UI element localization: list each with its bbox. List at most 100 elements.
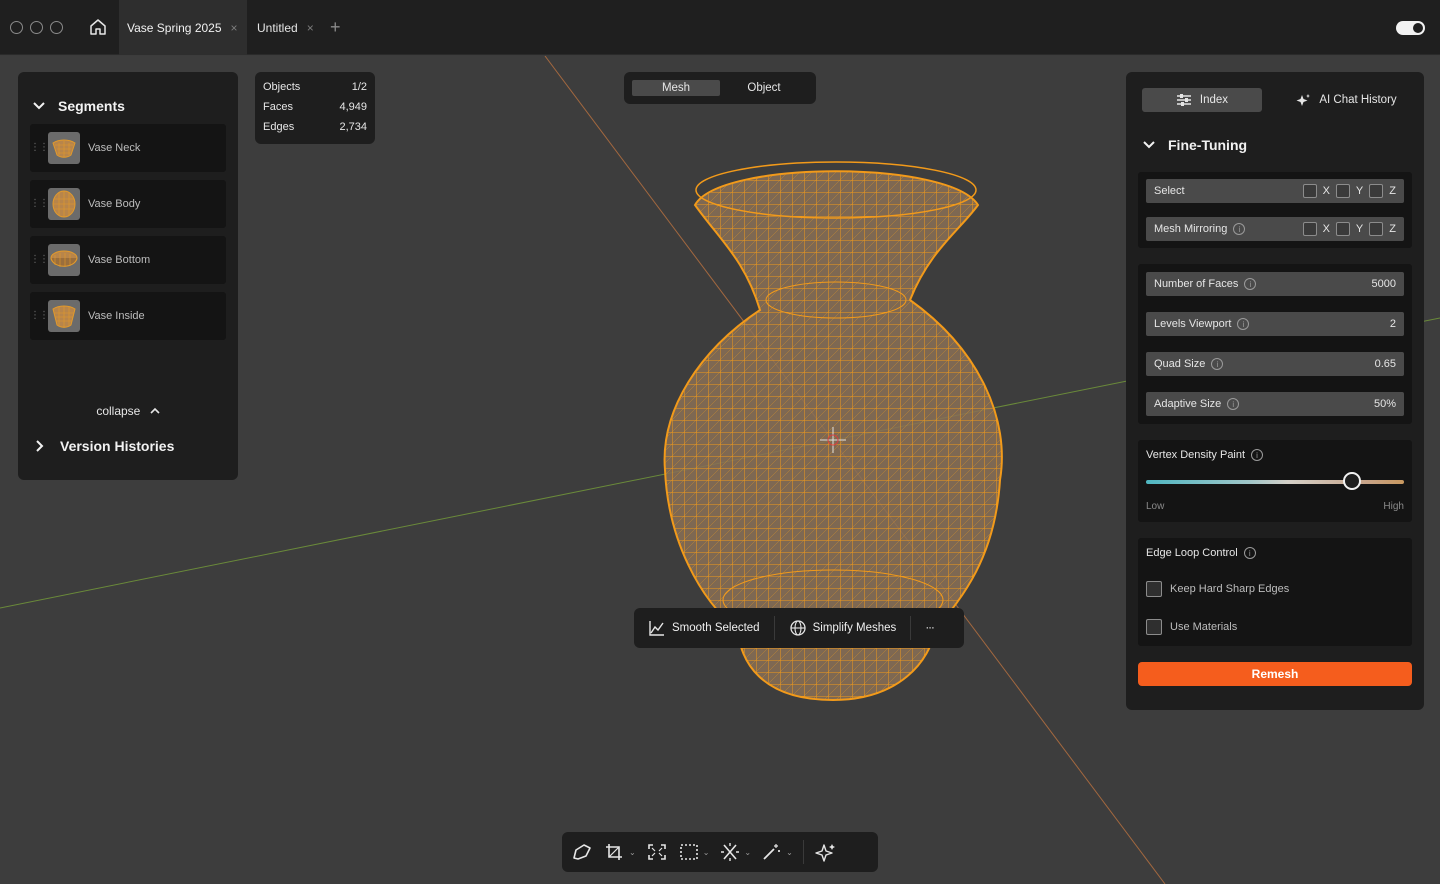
expand-tool-button[interactable]: [646, 838, 668, 866]
more-options-button[interactable]: ···: [911, 616, 948, 640]
smooth-selected-label: Smooth Selected: [672, 622, 760, 634]
info-icon[interactable]: i: [1243, 547, 1256, 559]
select-y-checkbox[interactable]: [1335, 184, 1350, 198]
tab-ai-chat-history[interactable]: AI Chat History: [1286, 88, 1406, 112]
segment-thumbnail: [48, 188, 80, 220]
remesh-button[interactable]: Remesh: [1138, 662, 1412, 686]
use-materials-label: Use Materials: [1170, 621, 1238, 633]
version-histories-title: Version Histories: [60, 438, 175, 454]
axis-label: X: [1322, 185, 1330, 197]
window-close-button[interactable]: [10, 21, 23, 34]
use-materials-checkbox[interactable]: [1146, 619, 1162, 635]
simplify-meshes-button[interactable]: Simplify Meshes: [775, 616, 911, 640]
stat-value: 1/2: [351, 81, 367, 93]
tab-index[interactable]: Index: [1142, 88, 1262, 112]
tab-untitled[interactable]: Untitled ×: [249, 0, 322, 55]
close-icon[interactable]: ×: [307, 21, 314, 35]
adaptive-size-label: Adaptive Size: [1154, 398, 1222, 410]
chevron-down-icon[interactable]: ⌄: [786, 848, 793, 857]
close-icon[interactable]: ×: [231, 21, 238, 35]
transform-tool-button[interactable]: ⌄: [719, 838, 751, 866]
selection-card: Select X Y Z Mesh Mirroring i X Y Z: [1138, 172, 1412, 248]
ai-sparkle-button[interactable]: [814, 838, 838, 866]
quad-size-field[interactable]: Quad Size i 0.65: [1146, 352, 1404, 376]
stat-label: Edges: [263, 121, 295, 133]
segments-title: Segments: [58, 98, 125, 114]
keep-hard-edges-checkbox[interactable]: [1146, 581, 1162, 597]
info-icon[interactable]: i: [1211, 358, 1224, 370]
info-icon[interactable]: i: [1237, 318, 1250, 330]
chevron-up-icon: [150, 407, 160, 414]
object-mode-button[interactable]: Object: [720, 80, 808, 96]
magic-wand-button[interactable]: ⌄: [761, 838, 793, 866]
drag-handle-icon[interactable]: ⋮⋮: [30, 143, 49, 153]
select-x-checkbox[interactable]: [1302, 184, 1317, 198]
segment-label: Vase Neck: [88, 142, 141, 154]
segment-item-vase-body[interactable]: ⋮⋮ Vase Body: [30, 180, 226, 228]
info-icon[interactable]: i: [1227, 398, 1240, 410]
fine-tuning-title: Fine-Tuning: [1168, 137, 1248, 153]
marquee-select-button[interactable]: ⌄: [678, 838, 710, 866]
vertex-density-slider[interactable]: [1146, 480, 1404, 484]
tab-vase-spring-2025[interactable]: Vase Spring 2025 ×: [119, 0, 247, 55]
info-icon[interactable]: i: [1251, 449, 1264, 461]
transform-icon: [721, 843, 740, 861]
select-z-checkbox[interactable]: [1369, 184, 1384, 198]
collapse-button[interactable]: collapse: [18, 404, 238, 418]
stats-row-faces: Faces 4,949: [263, 101, 367, 121]
segment-item-vase-neck[interactable]: ⋮⋮ Vase Neck: [30, 124, 226, 172]
crop-icon: [606, 844, 622, 860]
chevron-down-icon[interactable]: ⌄: [744, 848, 751, 857]
version-histories-header[interactable]: Version Histories: [34, 438, 174, 454]
window-maximize-button[interactable]: [50, 21, 63, 34]
smooth-chart-icon: [649, 621, 664, 636]
selection-action-bar: Smooth Selected Simplify Meshes ···: [634, 608, 964, 648]
mirror-y-checkbox[interactable]: [1335, 222, 1350, 236]
segments-panel: Segments ⋮⋮ Vase Neck ⋮⋮ Vase Body ⋮⋮ Va…: [18, 72, 238, 480]
stat-label: Faces: [263, 101, 293, 113]
mesh-stats-panel: Objects 1/2 Faces 4,949 Edges 2,734: [255, 72, 375, 144]
mesh-mirroring-label: Mesh Mirroring: [1154, 223, 1228, 235]
segments-header[interactable]: Segments: [32, 98, 125, 114]
mode-toggle: Mesh Object: [624, 72, 816, 104]
window-minimize-button[interactable]: [30, 21, 43, 34]
axis-label: X: [1322, 223, 1330, 235]
segment-item-vase-inside[interactable]: ⋮⋮ Vase Inside: [30, 292, 226, 340]
drag-handle-icon[interactable]: ⋮⋮: [30, 311, 49, 321]
home-icon[interactable]: [86, 15, 110, 39]
segment-label: Vase Bottom: [88, 254, 151, 266]
fine-tuning-header[interactable]: Fine-Tuning: [1142, 137, 1247, 153]
remesh-parameters-card: Number of Faces i 5000 Levels Viewport i…: [1138, 264, 1412, 424]
mirror-z-checkbox[interactable]: [1369, 222, 1384, 236]
adaptive-size-field[interactable]: Adaptive Size i 50%: [1146, 392, 1404, 416]
drag-handle-icon[interactable]: ⋮⋮: [30, 255, 49, 265]
sparkle-icon: [1296, 94, 1311, 106]
info-icon[interactable]: i: [1244, 278, 1257, 290]
number-of-faces-label: Number of Faces: [1154, 278, 1239, 290]
segment-item-vase-bottom[interactable]: ⋮⋮ Vase Bottom: [30, 236, 226, 284]
keep-hard-edges-option[interactable]: Keep Hard Sharp Edges: [1146, 581, 1289, 597]
drag-handle-icon[interactable]: ⋮⋮: [30, 199, 49, 209]
crop-tool-button[interactable]: ⌄: [604, 838, 636, 866]
simplify-meshes-label: Simplify Meshes: [812, 622, 897, 634]
axis-label: Y: [1355, 185, 1364, 197]
mesh-mode-button[interactable]: Mesh: [632, 80, 720, 96]
mesh-mirroring-row: Mesh Mirroring i X Y Z: [1146, 217, 1404, 241]
add-tab-icon[interactable]: +: [330, 17, 341, 38]
mirror-x-checkbox[interactable]: [1302, 222, 1317, 236]
stat-label: Objects: [263, 81, 301, 93]
edge-loop-label: Edge Loop Control: [1146, 547, 1238, 559]
smooth-selected-button[interactable]: Smooth Selected: [634, 616, 774, 640]
chevron-down-icon[interactable]: ⌄: [703, 848, 710, 857]
lasso-tool-button[interactable]: [570, 838, 594, 866]
number-of-faces-field[interactable]: Number of Faces i 5000: [1146, 272, 1404, 296]
theme-toggle[interactable]: [1396, 21, 1425, 35]
levels-viewport-field[interactable]: Levels Viewport i 2: [1146, 312, 1404, 336]
globe-icon: [789, 620, 806, 636]
info-icon[interactable]: i: [1233, 223, 1246, 235]
lasso-icon: [573, 844, 591, 860]
stats-row-edges: Edges 2,734: [263, 121, 367, 141]
chevron-down-icon[interactable]: ⌄: [629, 848, 636, 857]
stat-value: 2,734: [339, 121, 367, 133]
use-materials-option[interactable]: Use Materials: [1146, 619, 1237, 635]
